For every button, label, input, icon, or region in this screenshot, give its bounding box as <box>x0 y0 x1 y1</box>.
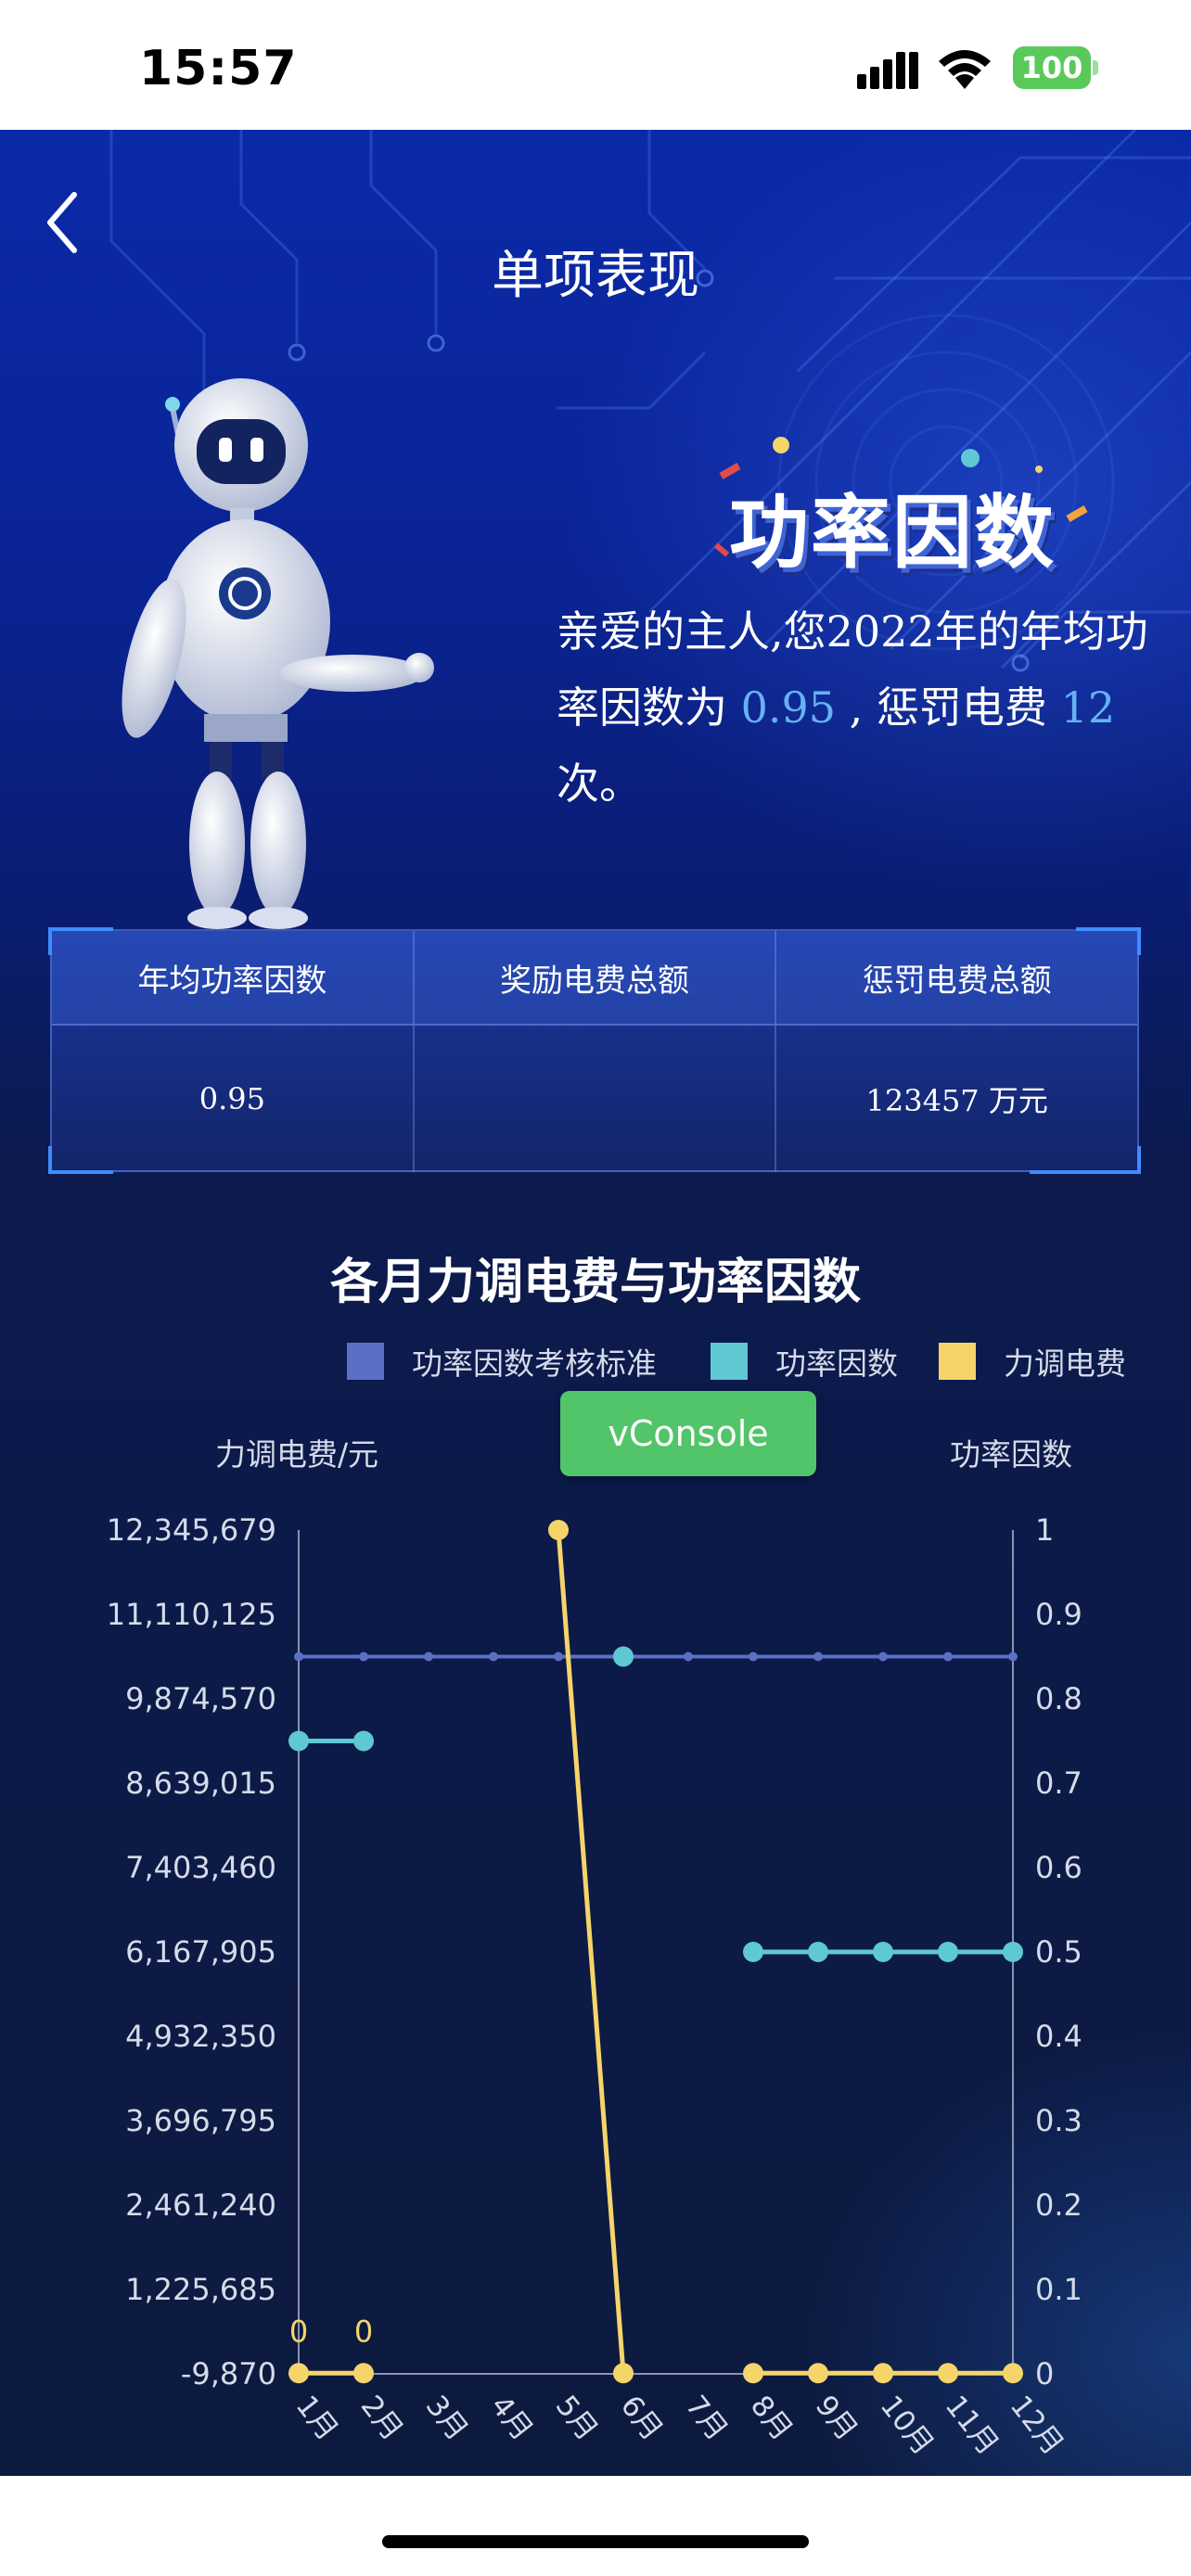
stats-value: 0.95 <box>52 1026 415 1172</box>
data-point-power-factor <box>938 1942 958 1962</box>
x-tick-label: 4月 <box>484 2390 540 2447</box>
legend-item-power-factor[interactable]: 功率因数 <box>711 1343 898 1382</box>
power-factor-value: 0.95 <box>740 682 837 733</box>
y-right-tick-label: 0.2 <box>1035 2187 1082 2223</box>
x-tick-label: 9月 <box>809 2390 864 2447</box>
data-point-fee <box>1003 2363 1023 2384</box>
home-area <box>0 2476 1191 2576</box>
data-point-fee <box>613 2363 634 2384</box>
section-heading: 功率因数 <box>729 487 1056 580</box>
y-right-tick-label: 0.9 <box>1035 1597 1082 1632</box>
x-tick-label: 5月 <box>549 2390 605 2447</box>
y-left-tick-label: 12,345,679 <box>107 1512 276 1548</box>
stats-value: 123457 万元 <box>865 1083 1048 1118</box>
x-tick-label: 1月 <box>289 2390 345 2447</box>
main-content: 单项表现 功率因数 亲爱的主人,您2022年的年均功率因数为 0.95 , 惩罚… <box>0 130 1191 2476</box>
data-point-fee <box>743 2363 763 2384</box>
x-tick-label: 11月 <box>939 2390 1005 2462</box>
y-left-tick-label: 9,874,570 <box>125 1681 276 1716</box>
wifi-icon <box>939 50 991 89</box>
data-point-fee <box>808 2363 828 2384</box>
stats-header: 惩罚电费总额 <box>862 962 1052 1000</box>
stats-header: 年均功率因数 <box>52 931 415 1024</box>
data-point-power-factor <box>1003 1942 1023 1962</box>
data-point-fee <box>353 2363 374 2384</box>
data-point-fee <box>288 2363 309 2384</box>
y-left-tick-label: 8,639,015 <box>125 1766 276 1801</box>
stats-value-row: 0.95 123457 万元 <box>52 1026 1137 1172</box>
status-time: 15:57 <box>139 41 298 96</box>
y-right-axis-title: 功率因数 <box>950 1436 1072 1473</box>
legend-item-standard[interactable]: 功率因数考核标准 <box>347 1343 657 1382</box>
y-left-tick-label: 6,167,905 <box>125 1934 276 1970</box>
battery-level: 100 <box>1013 46 1091 89</box>
data-point-standard <box>943 1651 953 1662</box>
y-left-tick-label: 4,932,350 <box>125 2019 276 2054</box>
y-right-tick-label: 0.3 <box>1035 2103 1082 2138</box>
x-tick-label: 12月 <box>1004 2390 1070 2462</box>
y-right-tick-label: 0.7 <box>1035 1766 1082 1801</box>
stats-header: 奖励电费总额 <box>415 931 777 1024</box>
data-point-power-factor <box>743 1942 763 1962</box>
data-label: 0 <box>289 2314 308 2349</box>
stats-value <box>415 1026 777 1172</box>
signal-icon <box>857 52 918 89</box>
status-bar: 15:57 100 <box>0 0 1191 130</box>
y-right-tick-label: 0.8 <box>1035 1681 1082 1716</box>
x-tick-label: 6月 <box>614 2390 670 2447</box>
x-tick-label: 2月 <box>354 2390 410 2447</box>
y-left-tick-label: 2,461,240 <box>125 2187 276 2223</box>
data-point-standard <box>684 1651 693 1662</box>
y-left-tick-label: -9,870 <box>181 2356 276 2391</box>
data-point-standard <box>359 1651 368 1662</box>
data-point-standard <box>424 1651 433 1662</box>
x-tick-label: 3月 <box>419 2390 475 2447</box>
stats-table: 年均功率因数 奖励电费总额 惩罚电费总额 0.95 123457 万元 <box>48 927 1141 1174</box>
legend-swatch <box>347 1343 384 1380</box>
data-point-standard <box>1008 1651 1018 1662</box>
chart-title: 各月力调电费与功率因数 <box>329 1255 861 1310</box>
x-tick-label: 10月 <box>874 2390 941 2462</box>
y-left-tick-label: 3,696,795 <box>125 2103 276 2138</box>
y-right-tick-label: 0.4 <box>1035 2019 1082 2054</box>
x-tick-label: 7月 <box>679 2390 735 2447</box>
y-right-tick-label: 0.5 <box>1035 1934 1082 1970</box>
legend-item-fee[interactable]: 力调电费 <box>939 1343 1126 1382</box>
data-point-standard <box>554 1651 563 1662</box>
data-point-power-factor <box>808 1942 828 1962</box>
data-point-fee <box>873 2363 893 2384</box>
y-left-tick-label: 1,225,685 <box>125 2272 276 2307</box>
penalty-count-value: 12 <box>1060 682 1116 733</box>
legend-swatch <box>939 1343 976 1380</box>
x-tick-label: 8月 <box>744 2390 800 2447</box>
y-right-tick-label: 1 <box>1035 1512 1054 1548</box>
y-right-tick-label: 0.1 <box>1035 2272 1082 2307</box>
data-point-power-factor <box>353 1730 374 1752</box>
summary-text: 亲爱的主人,您2022年的年均功率因数为 0.95 , 惩罚电费 12 次。 <box>557 606 1148 809</box>
vconsole-button[interactable]: vConsole <box>560 1391 816 1476</box>
data-point-standard <box>489 1651 498 1662</box>
line-chart: 力调电费/元 功率因数 12,345,679 11,110,125 9,874,570 8… <box>107 1436 1082 2462</box>
data-point-fee <box>548 1520 569 1540</box>
data-point-standard <box>878 1651 888 1662</box>
y-left-tick-label: 11,110,125 <box>107 1597 276 1632</box>
y-left-tick-label: 7,403,460 <box>125 1850 276 1885</box>
y-right-tick-label: 0 <box>1035 2356 1054 2391</box>
data-point-standard <box>294 1651 303 1662</box>
data-point-standard <box>813 1651 823 1662</box>
data-label: 0 <box>354 2314 373 2349</box>
page-title: 单项表现 <box>492 246 699 306</box>
data-point-power-factor <box>288 1730 309 1752</box>
data-point-power-factor <box>613 1646 634 1667</box>
stats-header-row: 年均功率因数 奖励电费总额 惩罚电费总额 <box>52 931 1137 1026</box>
data-point-fee <box>938 2363 958 2384</box>
robot-mascot-icon <box>122 378 434 929</box>
y-left-axis-title: 力调电费/元 <box>215 1436 378 1473</box>
battery-icon: 100 <box>1013 46 1098 89</box>
data-point-standard <box>749 1651 758 1662</box>
data-point-power-factor <box>873 1942 893 1962</box>
legend-swatch <box>711 1343 748 1380</box>
y-right-tick-label: 0.6 <box>1035 1850 1082 1885</box>
home-indicator[interactable] <box>382 2535 809 2548</box>
